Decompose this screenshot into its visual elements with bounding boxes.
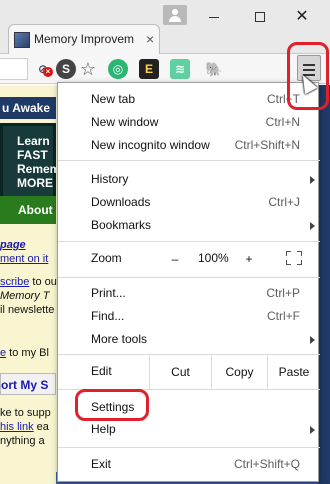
menu-item-label: More tools (91, 332, 148, 346)
zoom-label: Zoom (91, 251, 122, 265)
minimize-icon (209, 17, 219, 18)
tab-title: Memory Improvem (34, 32, 135, 46)
menu-item-shortcut: Ctrl+P (266, 286, 300, 300)
page-line: his link ea (0, 421, 49, 433)
hero-line: Learn (17, 134, 50, 148)
menu-item-label: Find... (91, 309, 125, 323)
menu-item-label: Bookmarks (91, 218, 152, 232)
menu-item-new-incognito-window[interactable]: New incognito window Ctrl+Shift+N (58, 134, 320, 157)
menu-zoom-row: Zoom – 100% + (58, 242, 320, 276)
settings-highlight (75, 389, 149, 421)
hero-line: MORE (17, 176, 53, 190)
s-extension-icon[interactable]: S (56, 59, 76, 79)
waveform-extension-icon[interactable]: ≋ (170, 59, 190, 79)
page-line: scribe to our (0, 276, 61, 288)
menu-item-shortcut: Ctrl+Shift+Q (233, 457, 300, 471)
browser-tab[interactable]: Memory Improvem × (8, 24, 160, 54)
menu-item-label: Downloads (91, 195, 151, 209)
about-nav-link[interactable]: About (0, 196, 56, 224)
menu-item-new-window[interactable]: New window Ctrl+N (58, 111, 320, 134)
menu-item-exit[interactable]: Exit Ctrl+Shift+Q (58, 453, 320, 476)
submenu-arrow-icon (310, 426, 315, 434)
zoom-level: 100% (198, 251, 229, 265)
address-bar[interactable] (0, 58, 28, 80)
e-extension-icon[interactable]: E (139, 59, 159, 79)
edit-label: Edit (91, 364, 112, 378)
support-box[interactable]: ort My S (0, 373, 56, 395)
paste-button[interactable]: Paste (267, 355, 320, 389)
menu-separator (58, 277, 320, 278)
site-banner: u Awake (0, 97, 56, 119)
zoom-in-button[interactable]: + (238, 249, 260, 269)
menu-item-print[interactable]: Print... Ctrl+P (58, 282, 320, 305)
page-line[interactable]: page (0, 239, 26, 251)
cut-button[interactable]: Cut (149, 355, 211, 389)
close-window-button[interactable]: ✕ (284, 6, 320, 28)
green-circle-extension-icon[interactable]: ◎ (108, 59, 128, 79)
submenu-arrow-icon (310, 336, 315, 344)
maximize-icon (255, 12, 265, 22)
title-bar: ✕ Memory Improvem × (0, 0, 330, 54)
menu-item-downloads[interactable]: Downloads Ctrl+J (58, 191, 320, 214)
tab-close-icon[interactable]: × (146, 31, 154, 47)
menu-separator (58, 447, 320, 448)
menu-item-help[interactable]: Help (58, 418, 320, 441)
menu-edit-row: Edit Cut Copy Paste (58, 355, 320, 389)
page-line: Memory T (0, 290, 50, 302)
page-text: to my Bl (6, 347, 49, 359)
menu-item-label: Print... (91, 286, 126, 300)
page-text: to our (29, 276, 61, 288)
page-link[interactable]: scribe (0, 276, 29, 288)
menu-item-more-tools[interactable]: More tools (58, 328, 320, 351)
menu-item-find[interactable]: Find... Ctrl+F (58, 305, 320, 328)
page-line: il newslette (0, 304, 55, 316)
profile-head-icon (172, 9, 178, 15)
page-line: e to my Bl (0, 347, 49, 359)
menu-item-shortcut: Ctrl+Shift+N (234, 138, 300, 152)
menu-item-new-tab[interactable]: New tab Ctrl+T (58, 88, 320, 111)
maximize-button[interactable] (242, 6, 278, 28)
blocked-extension-icon[interactable]: ⊘× (33, 59, 53, 79)
menu-separator (58, 160, 320, 161)
menu-item-label: History (91, 172, 129, 186)
menu-item-shortcut: Ctrl+J (268, 195, 300, 209)
copy-button[interactable]: Copy (211, 355, 267, 389)
hero-text: Learn FAST Remem MORE (17, 134, 60, 190)
elephant-extension-icon[interactable]: 🐘 (204, 59, 224, 79)
menu-item-history[interactable]: History (58, 168, 320, 191)
menu-item-shortcut: Ctrl+N (265, 115, 300, 129)
favicon-icon (14, 32, 30, 48)
menu-item-bookmarks[interactable]: Bookmarks (58, 214, 320, 237)
fullscreen-icon[interactable] (286, 251, 302, 265)
submenu-arrow-icon (310, 176, 315, 184)
menu-item-label: New window (91, 115, 159, 129)
page-line[interactable]: ment on it (0, 253, 48, 265)
star-icon[interactable]: ☆ (78, 59, 98, 79)
page-line: nything a (0, 435, 45, 447)
submenu-arrow-icon (310, 222, 315, 230)
menu-item-label: Help (91, 422, 116, 436)
page-link[interactable]: his link (0, 421, 34, 433)
page-link[interactable]: page (0, 239, 26, 251)
zoom-out-button[interactable]: – (164, 249, 186, 269)
chrome-main-menu: New tab Ctrl+T New window Ctrl+N New inc… (57, 82, 320, 482)
hero-line: FAST (17, 148, 48, 162)
browser-toolbar: ⊘× S ☆ ◎ E ≋ 🐘 (0, 54, 330, 84)
hero-line: Remem (17, 162, 61, 176)
menu-item-label: New incognito window (91, 138, 210, 152)
profile-body-icon (169, 16, 181, 22)
menu-item-label: Exit (91, 457, 112, 471)
page-text: ea (33, 421, 49, 433)
page-link[interactable]: ment on it (0, 253, 48, 265)
profile-button[interactable] (163, 5, 187, 25)
page-line: ke to supp (0, 407, 51, 419)
menu-item-shortcut: Ctrl+F (267, 309, 300, 323)
menu-item-label: New tab (91, 92, 136, 106)
minimize-button[interactable] (196, 6, 232, 28)
